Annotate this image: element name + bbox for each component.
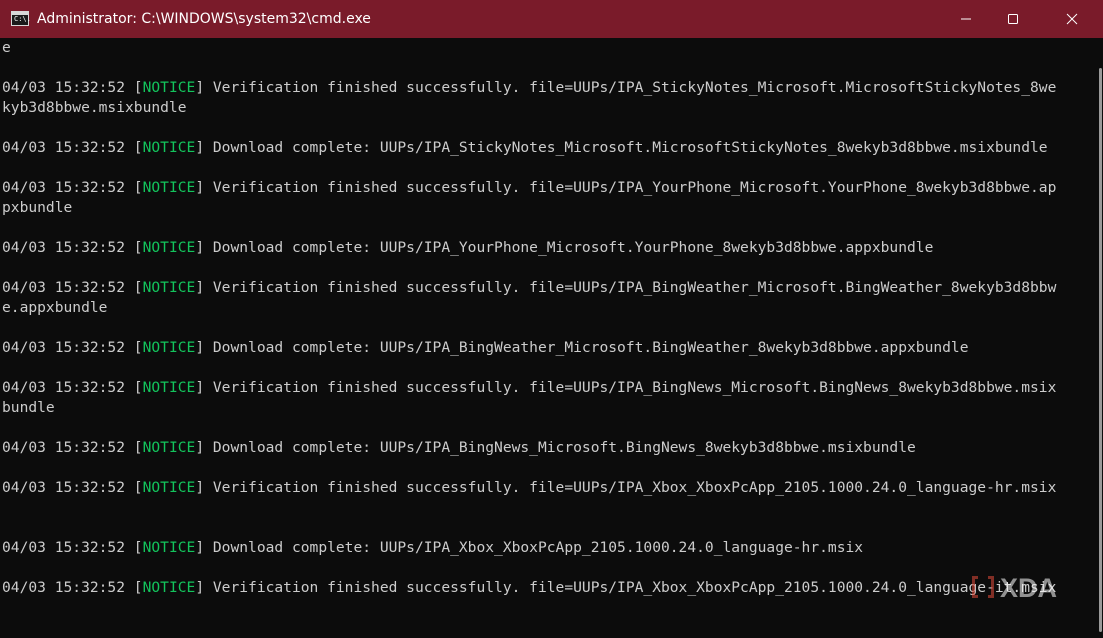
notice-tag: NOTICE [142, 179, 196, 196]
console-output[interactable]: e 04/03 15:32:52 [NOTICE] Verification f… [2, 38, 1086, 638]
close-button[interactable] [1049, 0, 1095, 38]
minimize-button[interactable] [943, 0, 989, 38]
console-line: kyb3d8bbwe.msixbundle [2, 99, 187, 116]
vertical-scrollbar[interactable] [1086, 38, 1103, 638]
window-title: Administrator: C:\WINDOWS\system32\cmd.e… [37, 11, 371, 27]
console-line: 04/03 15:32:52 [NOTICE] Verification fin… [2, 479, 1057, 496]
console-line: 04/03 15:32:52 [NOTICE] Download complet… [2, 139, 1048, 156]
console-line: 04/03 15:32:52 [NOTICE] Verification fin… [2, 79, 1057, 96]
maximize-icon [1008, 14, 1018, 24]
notice-tag: NOTICE [142, 339, 196, 356]
maximize-button[interactable] [990, 0, 1036, 38]
console-line: pxbundle [2, 199, 73, 216]
notice-tag: NOTICE [142, 279, 196, 296]
xda-watermark-icon: XDA [972, 573, 1057, 602]
notice-tag: NOTICE [142, 539, 196, 556]
console-line: bundle [2, 399, 55, 416]
console-line: e [2, 39, 11, 56]
console-line: 04/03 15:32:52 [NOTICE] Download complet… [2, 239, 934, 256]
xda-watermark-text: XDA [1000, 573, 1057, 602]
close-icon [1066, 13, 1078, 25]
console-line: 04/03 15:32:52 [NOTICE] Verification fin… [2, 379, 1057, 396]
notice-tag: NOTICE [142, 139, 196, 156]
notice-tag: NOTICE [142, 479, 196, 496]
console-line: 04/03 15:32:52 [NOTICE] Verification fin… [2, 179, 1057, 196]
cmd-icon[interactable]: C:\. [11, 11, 31, 26]
cmd-icon-text: C:\. [14, 15, 31, 23]
scrollbar-thumb[interactable] [1099, 68, 1102, 632]
console-line: 04/03 15:32:52 [NOTICE] Download complet… [2, 439, 916, 456]
title-bar[interactable]: C:\. Administrator: C:\WINDOWS\system32\… [0, 0, 1103, 38]
notice-tag: NOTICE [142, 79, 196, 96]
notice-tag: NOTICE [142, 439, 196, 456]
console-line: 04/03 15:32:52 [NOTICE] Download complet… [2, 539, 864, 556]
console-line: e.appxbundle [2, 299, 108, 316]
notice-tag: NOTICE [142, 379, 196, 396]
notice-tag: NOTICE [142, 239, 196, 256]
notice-tag: NOTICE [142, 579, 196, 596]
console-line: 04/03 15:32:52 [NOTICE] Verification fin… [2, 579, 1057, 596]
minimize-icon [961, 18, 971, 20]
console-line: 04/03 15:32:52 [NOTICE] Download complet… [2, 339, 969, 356]
console-line: 04/03 15:32:52 [NOTICE] Verification fin… [2, 279, 1057, 296]
